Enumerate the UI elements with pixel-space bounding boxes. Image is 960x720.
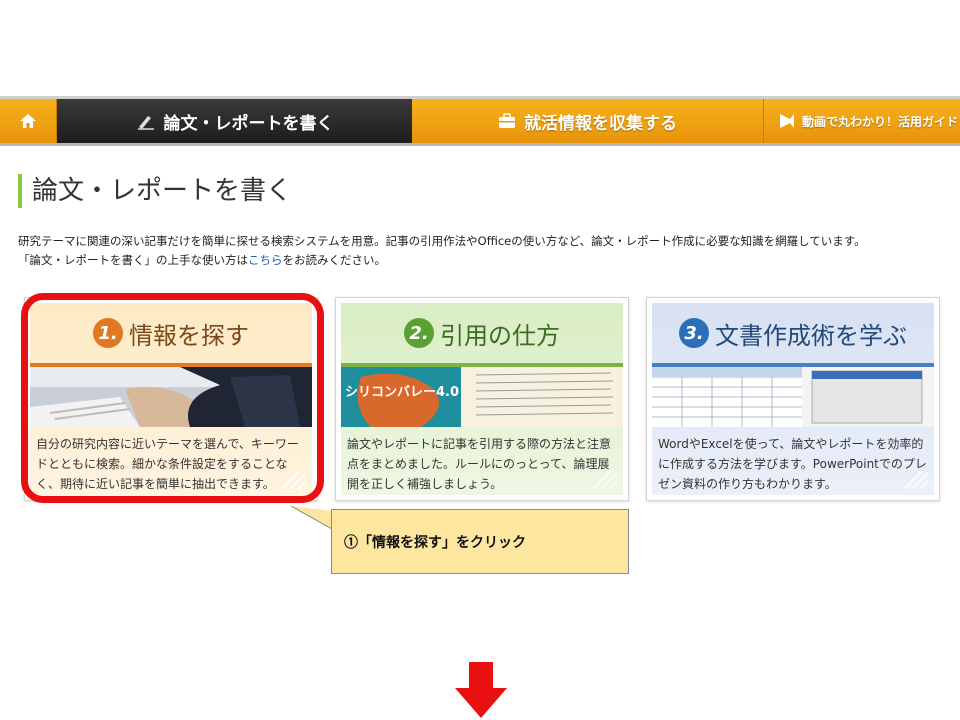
tab-job-info[interactable]: 就活情報を収集する	[412, 99, 764, 143]
intro-text: 研究テーマに関連の深い記事だけを簡単に探せる検索システムを用意。記事の引用作法や…	[18, 232, 866, 270]
howto-link[interactable]: こちら	[248, 253, 283, 267]
tab-write-paper[interactable]: 論文・レポートを書く	[57, 99, 412, 143]
card-number-badge: 3.	[679, 318, 709, 348]
highlight-rectangle	[21, 293, 324, 503]
tab-job-info-label: 就活情報を収集する	[524, 113, 677, 134]
play-icon	[780, 114, 794, 128]
card-title: 文書作成術を学ぶ	[715, 321, 907, 350]
tab-video-guide-label: 動画で丸わかり！活用ガイド	[802, 114, 959, 129]
card-number-badge: 2.	[404, 318, 434, 348]
card-title: 引用の仕方	[440, 321, 560, 350]
tab-video-guide[interactable]: 動画で丸わかり！活用ガイド	[764, 99, 960, 143]
instruction-callout: ①「情報を探す」をクリック	[290, 505, 635, 577]
card-description: 論文やレポートに記事を引用する際の方法と注意点をまとめました。ルールにのっとって…	[347, 437, 612, 491]
card-image-article: シリコンバレー4.0	[341, 363, 623, 427]
callout-text: ①「情報を探す」をクリック	[331, 509, 629, 574]
home-icon	[20, 114, 36, 128]
article-headline: シリコンバレー4.0	[345, 385, 460, 400]
card-image-spreadsheet	[652, 363, 934, 427]
card-description: WordやExcelを使って、論文やレポートを効率的に作成する方法を学びます。P…	[658, 437, 927, 491]
corner-stripes-icon	[591, 469, 617, 489]
intro-line-2: 「論文・レポートを書く」の上手な使い方はこちらをお読みください。	[18, 251, 866, 270]
card-document-skills[interactable]: 3. 文書作成術を学ぶ WordやExcelを使って、論文やレポートを効率的に作…	[646, 297, 940, 501]
page-title: 論文・レポートを書く	[18, 174, 292, 208]
pen-icon	[137, 116, 154, 130]
card-header: 2. 引用の仕方	[341, 303, 623, 363]
card-header: 3. 文書作成術を学ぶ	[652, 303, 934, 363]
global-nav: 論文・レポートを書く 就活情報を収集する 動画で丸わかり！活用ガイド	[0, 96, 960, 146]
card-citation[interactable]: 2. 引用の仕方 シリコンバレー4.0 論文やレポートに記事を引用する際の方法と…	[335, 297, 629, 501]
tab-write-paper-label: 論文・レポートを書く	[163, 113, 334, 134]
briefcase-icon	[499, 113, 515, 128]
down-arrow-icon	[455, 662, 507, 718]
intro-line-2-suffix: をお読みください。	[282, 253, 387, 267]
home-button[interactable]	[0, 99, 57, 143]
intro-line-2-prefix: 「論文・レポートを書く」の上手な使い方は	[18, 253, 248, 267]
intro-line-1: 研究テーマに関連の深い記事だけを簡単に探せる検索システムを用意。記事の引用作法や…	[18, 234, 866, 248]
corner-stripes-icon	[902, 469, 928, 489]
